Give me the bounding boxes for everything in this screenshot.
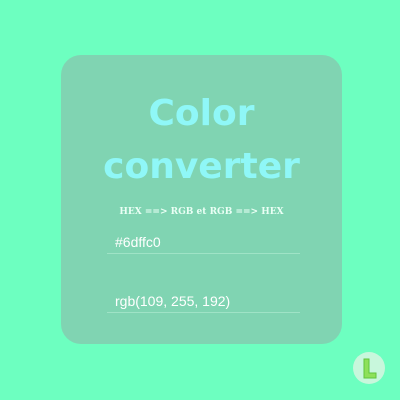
hex-input[interactable]: [107, 231, 300, 254]
letter-l-logo-icon-graphic: [363, 358, 377, 379]
rgb-input[interactable]: [107, 290, 300, 313]
page-title: Color converter: [103, 93, 300, 187]
converter-subtitle: HEX ==> RGB et RGB ==> HEX: [119, 207, 284, 217]
converter-card: Color converter HEX ==> RGB et RGB ==> H…: [61, 55, 342, 344]
letter-l-logo-icon: [353, 352, 385, 384]
